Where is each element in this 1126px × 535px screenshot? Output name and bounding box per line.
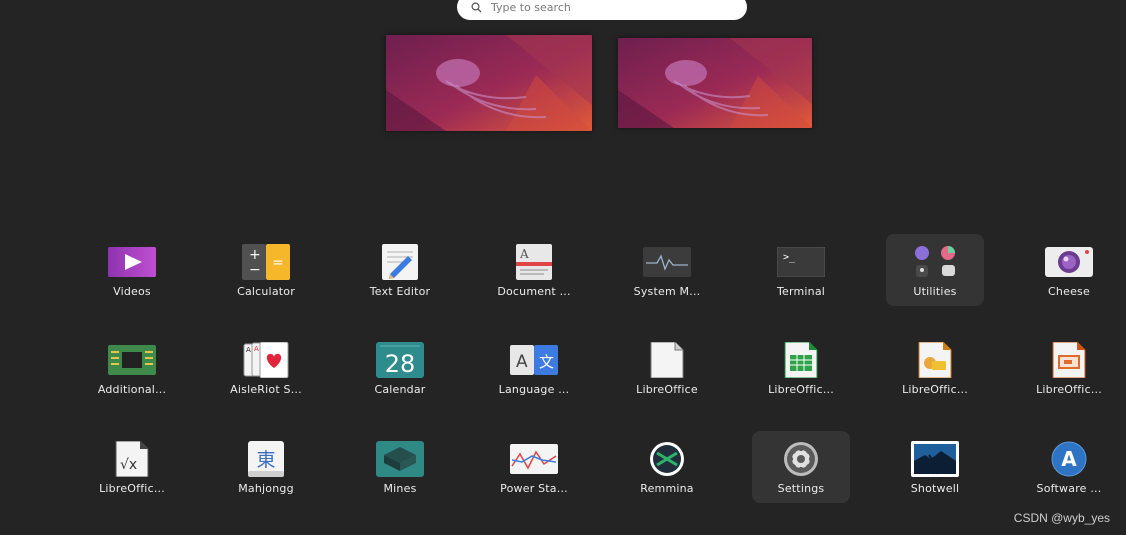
app-mines[interactable]: Mines	[351, 431, 449, 503]
settings-icon	[777, 441, 825, 477]
watermark-text: CSDN @wyb_yes	[1013, 511, 1110, 525]
app-label: Cheese	[1048, 285, 1090, 298]
app-libreoffice-math[interactable]: √x LibreOffic...	[83, 431, 181, 503]
calendar-day-number: 28	[385, 350, 416, 378]
app-label: LibreOffic...	[99, 482, 165, 495]
app-remmina[interactable]: Remmina	[618, 431, 716, 503]
app-label: AisleRiot S...	[230, 383, 302, 396]
app-label: LibreOffice	[636, 383, 698, 396]
app-power-statistics[interactable]: Power Sta...	[485, 431, 583, 503]
libreoffice-math-icon: √x	[108, 441, 156, 477]
utilities-folder-icon	[911, 244, 959, 280]
app-language-support[interactable]: A文 Language ...	[485, 332, 583, 404]
additional-drivers-icon	[108, 342, 156, 378]
power-statistics-icon	[510, 441, 558, 477]
document-viewer-icon: A	[510, 244, 558, 280]
app-label: Power Sta...	[500, 482, 568, 495]
app-additional-drivers[interactable]: Additional...	[83, 332, 181, 404]
app-settings[interactable]: Settings	[752, 431, 850, 503]
text-editor-icon	[376, 244, 424, 280]
search-bar[interactable]	[457, 0, 747, 20]
wallpaper-jellyfish-image	[386, 35, 592, 131]
svg-text:=: =	[272, 255, 284, 271]
svg-text:>_: >_	[783, 252, 796, 263]
app-label: Terminal	[776, 285, 826, 298]
workspace-thumbnail-2[interactable]	[618, 38, 812, 128]
app-label: System M...	[633, 285, 701, 298]
calculator-icon: + − =	[242, 244, 290, 280]
app-libreoffice-calc[interactable]: LibreOffic...	[752, 332, 850, 404]
app-label: Remmina	[640, 482, 694, 495]
svg-text:A: A	[246, 346, 251, 354]
app-label: Calculator	[237, 285, 295, 298]
mahjongg-icon: 東	[242, 441, 290, 477]
app-shotwell[interactable]: Shotwell	[886, 431, 984, 503]
app-videos[interactable]: Videos	[83, 234, 181, 306]
app-calendar[interactable]: 28 Calendar	[351, 332, 449, 404]
workspace-thumbnail-1[interactable]	[386, 35, 592, 131]
app-label: Additional...	[97, 383, 167, 396]
app-label: Settings	[777, 482, 825, 495]
app-label: LibreOffic...	[768, 383, 834, 396]
calendar-icon: 28	[376, 342, 424, 378]
libreoffice-draw-icon	[911, 342, 959, 378]
language-support-icon: A文	[510, 342, 558, 378]
app-label: Software ...	[1036, 482, 1102, 495]
svg-text:文: 文	[539, 353, 554, 371]
app-grid-overview: Videos +−= Calculator Text Editor A Docu…	[0, 0, 1126, 535]
app-label: Text Editor	[369, 285, 431, 298]
svg-text:A: A	[519, 247, 529, 261]
app-mahjongg[interactable]: 東 Mahjongg	[217, 431, 315, 503]
search-icon	[469, 0, 483, 14]
app-label: Language ...	[498, 383, 570, 396]
app-label: Mahjongg	[238, 482, 294, 495]
app-label: Shotwell	[910, 482, 960, 495]
svg-text:+: +	[249, 247, 261, 263]
svg-text:A: A	[254, 345, 259, 353]
shotwell-icon	[911, 441, 959, 477]
libreoffice-icon	[643, 342, 691, 378]
app-folder-utilities[interactable]: Utilities	[886, 234, 984, 306]
system-monitor-icon	[643, 244, 691, 280]
videos-icon	[108, 244, 156, 280]
libreoffice-impress-icon	[1045, 342, 1093, 378]
svg-text:−: −	[249, 262, 261, 278]
app-label: Utilities	[913, 285, 957, 298]
remmina-icon	[643, 441, 691, 477]
app-libreoffice-draw[interactable]: LibreOffic...	[886, 332, 984, 404]
app-text-editor[interactable]: Text Editor	[351, 234, 449, 306]
terminal-icon: >_	[777, 244, 825, 280]
libreoffice-calc-icon	[777, 342, 825, 378]
app-system-monitor[interactable]: System M...	[618, 234, 716, 306]
cheese-icon	[1045, 244, 1093, 280]
app-document-viewer[interactable]: A Document ...	[485, 234, 583, 306]
app-libreoffice-impress[interactable]: LibreOffic...	[1020, 332, 1118, 404]
app-label: Document ...	[497, 285, 571, 298]
svg-text:√x: √x	[120, 457, 137, 473]
svg-text:東: 東	[256, 449, 275, 471]
app-label: Mines	[383, 482, 417, 495]
app-label: Videos	[113, 285, 151, 298]
app-calculator[interactable]: + − = Calculator	[217, 234, 315, 306]
software-icon: A	[1045, 441, 1093, 477]
svg-text:A: A	[516, 352, 528, 372]
app-label: Calendar	[374, 383, 426, 396]
search-input[interactable]	[491, 0, 721, 14]
wallpaper-jellyfish-image	[618, 38, 812, 128]
app-terminal[interactable]: >_ Terminal	[752, 234, 850, 306]
aisleriot-icon: AA	[242, 342, 290, 378]
mines-icon	[376, 441, 424, 477]
app-label: LibreOffic...	[1036, 383, 1102, 396]
app-libreoffice[interactable]: LibreOffice	[618, 332, 716, 404]
app-software[interactable]: A Software ...	[1020, 431, 1118, 503]
app-cheese[interactable]: Cheese	[1020, 234, 1118, 306]
app-label: LibreOffic...	[902, 383, 968, 396]
svg-text:A: A	[1061, 447, 1077, 471]
app-aisleriot[interactable]: AA AisleRiot S...	[217, 332, 315, 404]
